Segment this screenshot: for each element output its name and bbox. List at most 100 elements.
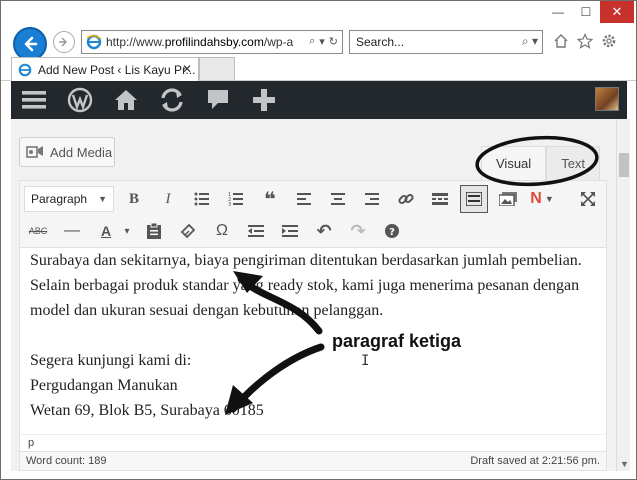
- chevron-down-icon: ▼: [544, 194, 554, 204]
- editor-content[interactable]: Surabaya dan sekitarnya, biaya pengirima…: [19, 248, 607, 434]
- numbered-list-icon: 123: [228, 192, 243, 206]
- search-input[interactable]: Search... ⌕ ▾: [349, 30, 543, 54]
- bulleted-list-button[interactable]: [188, 185, 216, 213]
- svg-text:3: 3: [228, 202, 231, 206]
- align-right-button[interactable]: [358, 185, 386, 213]
- element-path[interactable]: p: [19, 434, 607, 452]
- refresh-icon[interactable]: [149, 81, 195, 119]
- back-button[interactable]: [13, 27, 47, 61]
- media-icon: [26, 146, 43, 158]
- home-icon[interactable]: [553, 33, 569, 49]
- insert-gallery-button[interactable]: [494, 185, 522, 213]
- undo-button[interactable]: ↶: [310, 217, 338, 245]
- toolbar-toggle-icon: [466, 192, 482, 206]
- content-paragraph: Surabaya dan sekitarnya, biaya pengirima…: [30, 252, 582, 319]
- new-tab-button[interactable]: [199, 57, 235, 80]
- editor-status-bar: Word count: 189 Draft saved at 2:21:56 p…: [19, 452, 607, 471]
- insert-more-button[interactable]: [426, 185, 454, 213]
- content-line: Segera kunjungi kami di:: [30, 352, 192, 369]
- blockquote-button[interactable]: ❝: [256, 185, 284, 213]
- window-controls: — ☐ ✕: [544, 1, 634, 25]
- annotation-label: paragraf ketiga: [332, 331, 462, 351]
- paste-as-text-button[interactable]: [140, 217, 168, 245]
- fullscreen-button[interactable]: [574, 185, 602, 213]
- text-color-dropdown[interactable]: ▾: [120, 217, 134, 245]
- indent-icon: [282, 225, 298, 237]
- decrease-indent-button[interactable]: [242, 217, 270, 245]
- italic-button[interactable]: I: [154, 185, 182, 213]
- post-editor: Add Media Visual Text Paragraph ▼ B I 123…: [11, 119, 616, 471]
- close-tab-icon[interactable]: ✕: [182, 62, 192, 76]
- ie-logo-icon: [18, 63, 32, 76]
- strikethrough-button[interactable]: ABC: [24, 217, 52, 245]
- browser-window: — ☐ ✕ http://www.profilindahsby.com/wp-a…: [0, 0, 637, 480]
- gallery-icon: [499, 192, 517, 206]
- content-line: Pergudangan Manukan: [30, 377, 178, 394]
- plugin-n-button[interactable]: N ▼: [528, 185, 556, 213]
- align-center-button[interactable]: [324, 185, 352, 213]
- outdent-icon: [248, 225, 264, 237]
- avatar[interactable]: [595, 87, 619, 111]
- gear-icon[interactable]: [601, 33, 617, 49]
- maximize-button[interactable]: ☐: [572, 1, 600, 23]
- horizontal-line-button[interactable]: —: [58, 217, 86, 245]
- text-cursor-icon: I: [361, 353, 370, 369]
- plus-icon[interactable]: [241, 81, 287, 119]
- menu-icon[interactable]: [11, 81, 57, 119]
- numbered-list-button[interactable]: 123: [222, 185, 250, 213]
- editor-toolbar: Paragraph ▼ B I 123 ❝ N ▼ ABC — A ▾ Ω ↶ …: [19, 180, 607, 248]
- address-url: http://www.profilindahsby.com/wp-a: [106, 35, 294, 49]
- fullscreen-icon: [581, 192, 595, 206]
- tab-visual[interactable]: Visual: [481, 146, 547, 180]
- dropdown-chevron-icon[interactable]: ▾: [319, 35, 325, 48]
- bulleted-list-icon: [194, 192, 209, 206]
- add-media-button[interactable]: Add Media: [19, 137, 115, 167]
- chevron-down-icon: ▼: [98, 194, 107, 204]
- special-character-button[interactable]: Ω: [208, 217, 236, 245]
- home-icon[interactable]: [103, 81, 149, 119]
- address-bar[interactable]: http://www.profilindahsby.com/wp-a ⌕ ▾ ↻: [81, 30, 343, 54]
- tab-text[interactable]: Text: [546, 146, 601, 180]
- text-color-button[interactable]: A: [92, 217, 120, 245]
- scrollbar-thumb[interactable]: [619, 153, 629, 177]
- forward-button[interactable]: [53, 31, 75, 53]
- scroll-down-arrow-icon[interactable]: ▼: [620, 459, 629, 469]
- editor-mode-tabs: Visual Text: [481, 146, 601, 180]
- refresh-page-icon[interactable]: ↻: [329, 35, 338, 48]
- search-icon[interactable]: ⌕ ▾: [522, 34, 538, 49]
- insert-link-button[interactable]: [392, 185, 420, 213]
- back-arrow-icon: [24, 36, 38, 52]
- word-count: Word count: 189: [26, 455, 107, 467]
- svg-text:?: ?: [389, 227, 395, 238]
- address-tools: ⌕ ▾ ↻: [309, 35, 338, 48]
- wordpress-logo-icon[interactable]: [57, 81, 103, 119]
- redo-button[interactable]: ↷: [344, 217, 372, 245]
- draft-saved-status: Draft saved at 2:21:56 pm.: [470, 455, 600, 467]
- align-left-icon: [297, 193, 311, 205]
- eraser-icon: [180, 223, 196, 239]
- align-right-icon: [365, 193, 379, 205]
- link-icon: [398, 193, 414, 205]
- align-center-icon: [331, 193, 345, 205]
- bold-button[interactable]: B: [120, 185, 148, 213]
- increase-indent-button[interactable]: [276, 217, 304, 245]
- help-button[interactable]: ?: [378, 217, 406, 245]
- clear-formatting-button[interactable]: [174, 217, 202, 245]
- wp-admin-bar: [11, 81, 627, 119]
- align-left-button[interactable]: [290, 185, 318, 213]
- toolbar-toggle-button[interactable]: [460, 185, 488, 213]
- star-icon[interactable]: [577, 33, 593, 49]
- close-button[interactable]: ✕: [600, 1, 634, 23]
- paragraph-format-select[interactable]: Paragraph ▼: [24, 186, 114, 212]
- comment-icon[interactable]: [195, 81, 241, 119]
- address-search-icon[interactable]: ⌕: [309, 35, 315, 48]
- help-icon: ?: [385, 224, 399, 238]
- navigation-bar: http://www.profilindahsby.com/wp-a ⌕ ▾ ↻…: [1, 25, 636, 61]
- page-scrollbar[interactable]: ▼: [616, 119, 630, 471]
- toolbar-row-1: Paragraph ▼ B I 123 ❝ N ▼: [20, 183, 602, 215]
- browser-tab-active[interactable]: Add New Post ‹ Lis Kayu Pr... ✕: [11, 57, 199, 81]
- tab-strip: Add New Post ‹ Lis Kayu Pr... ✕: [1, 57, 636, 81]
- read-more-icon: [432, 193, 448, 205]
- toolbar-row-2: ABC — A ▾ Ω ↶ ↷ ?: [20, 215, 406, 247]
- minimize-button[interactable]: —: [544, 1, 572, 23]
